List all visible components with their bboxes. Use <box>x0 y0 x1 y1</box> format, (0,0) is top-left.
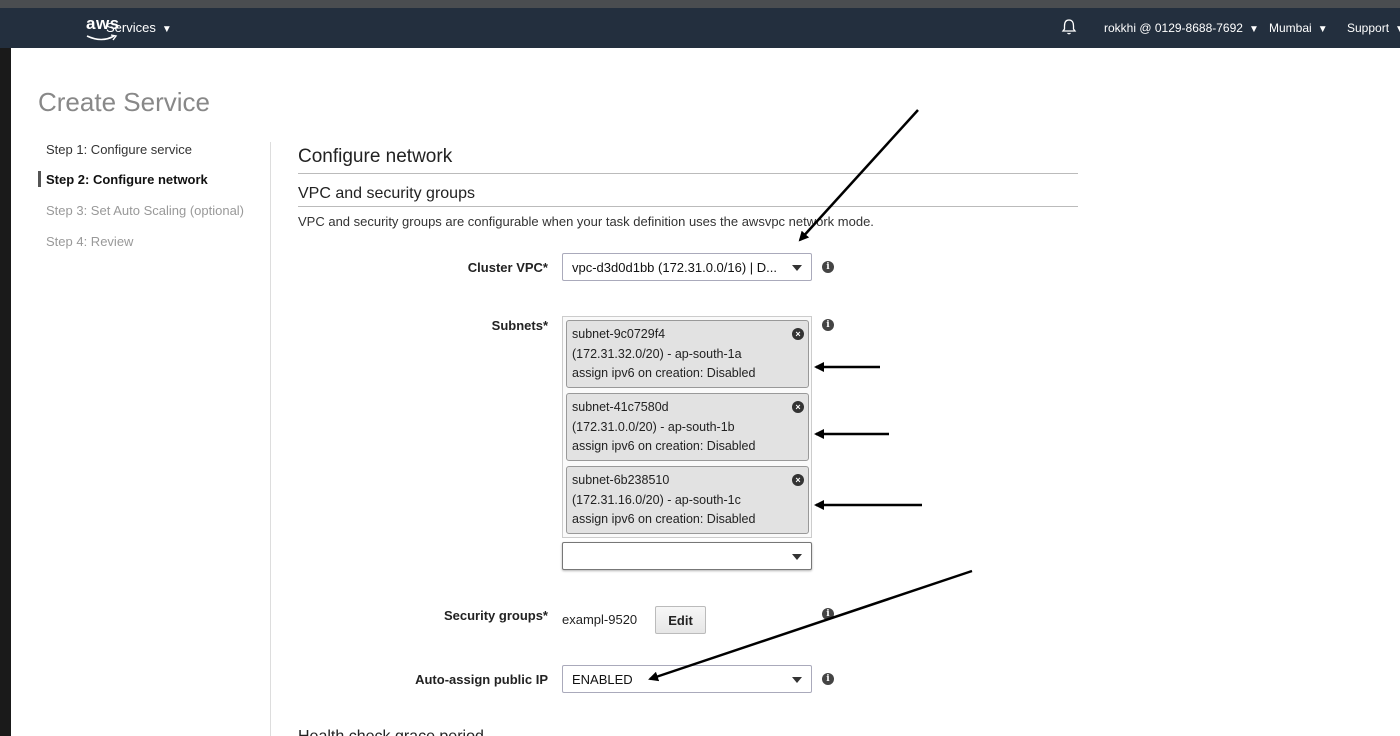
annotation-arrow <box>648 569 973 682</box>
annotation-arrow <box>798 109 919 242</box>
annotation-arrows <box>648 109 973 682</box>
